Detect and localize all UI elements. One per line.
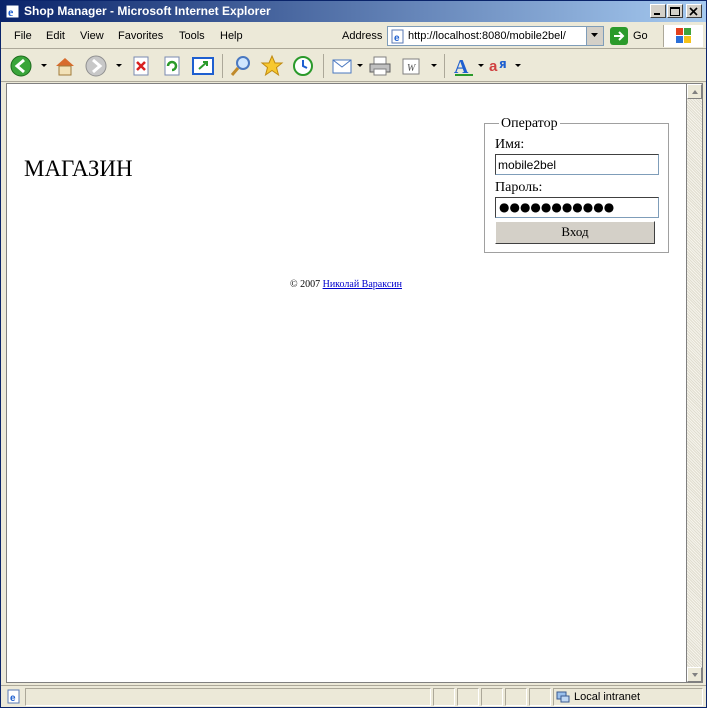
status-bar: e Local intranet (1, 685, 706, 707)
zone-label: Local intranet (574, 691, 641, 703)
back-dropdown-icon[interactable] (41, 64, 47, 67)
status-pane (457, 688, 479, 706)
status-pane (505, 688, 527, 706)
menu-view[interactable]: View (80, 30, 104, 42)
go-label: Go (633, 30, 648, 42)
svg-text:e: e (394, 33, 400, 44)
status-pane (529, 688, 551, 706)
status-pane (433, 688, 455, 706)
home-icon[interactable] (53, 54, 77, 78)
minimize-button[interactable] (650, 4, 666, 18)
menu-bar: File Edit View Favorites Tools Help Addr… (1, 23, 706, 49)
favorites-star-icon[interactable] (260, 54, 284, 78)
encoding-icon[interactable]: a я (488, 54, 512, 78)
go-arrow-icon (610, 27, 628, 45)
address-dropdown-button[interactable] (586, 27, 603, 45)
menu-tools[interactable]: Tools (179, 30, 205, 42)
edit-dropdown-icon[interactable] (431, 64, 437, 67)
font-size-icon[interactable]: A (452, 54, 476, 78)
name-input[interactable]: mobile2bel (495, 154, 659, 175)
go-button[interactable]: Go (610, 26, 658, 46)
search-icon[interactable] (229, 54, 253, 78)
edit-word-icon[interactable]: W (399, 54, 423, 78)
footer: © 2007 Николай Вараксин (290, 279, 402, 290)
toolbar-separator (444, 54, 445, 78)
name-label: Имя: (495, 137, 525, 152)
back-icon[interactable] (9, 54, 33, 78)
windows-flag-icon (663, 25, 703, 47)
scroll-down-button[interactable] (687, 667, 702, 682)
toolbar-separator (323, 54, 324, 78)
local-intranet-icon (556, 691, 570, 703)
encoding-dropdown-icon[interactable] (515, 64, 521, 67)
scroll-up-button[interactable] (687, 84, 702, 99)
title-bar: e Shop Manager - Microsoft Internet Expl… (1, 1, 706, 22)
address-bar[interactable]: e http://localhost:8080/mobile2bel/ (387, 26, 604, 46)
refresh-icon[interactable] (160, 54, 184, 78)
forward-dropdown-icon[interactable] (116, 64, 122, 67)
address-label: Address (342, 30, 383, 42)
fullscreen-icon[interactable] (191, 54, 215, 78)
menu-favorites[interactable]: Favorites (118, 30, 163, 42)
standard-toolbar: W A a я (1, 50, 706, 82)
svg-text:a: a (489, 58, 498, 75)
menu-edit[interactable]: Edit (46, 30, 65, 42)
footer-copyright: © 2007 (290, 279, 321, 290)
browser-window: e Shop Manager - Microsoft Internet Expl… (0, 0, 707, 708)
page-icon: e (391, 29, 404, 44)
shop-title: МАГАЗИН (24, 156, 133, 181)
status-page-icon: e (7, 689, 20, 704)
history-icon[interactable] (291, 54, 315, 78)
status-pane (481, 688, 503, 706)
status-text-pane (25, 688, 431, 706)
password-input[interactable]: ●●●●●●●●●●● (495, 197, 659, 218)
address-url[interactable]: http://localhost:8080/mobile2bel/ (408, 30, 566, 42)
toolbar-separator (222, 54, 223, 78)
mail-dropdown-icon[interactable] (357, 64, 363, 67)
vertical-scrollbar[interactable] (686, 83, 703, 683)
maximize-button[interactable] (667, 4, 683, 18)
mail-icon[interactable] (331, 54, 355, 78)
menu-file[interactable]: File (14, 30, 32, 42)
author-link[interactable]: Николай Вараксин (323, 279, 402, 290)
page-content: МАГАЗИН Оператор Имя: mobile2bel Пароль:… (6, 83, 686, 683)
stop-icon[interactable] (129, 54, 153, 78)
font-size-dropdown-icon[interactable] (478, 64, 484, 67)
svg-text:e: e (10, 693, 16, 704)
operator-login-box: Оператор Имя: mobile2bel Пароль: ●●●●●●●… (484, 116, 669, 253)
password-label: Пароль: (495, 180, 543, 195)
svg-text:e: e (8, 5, 14, 19)
login-legend: Оператор (499, 116, 560, 132)
forward-icon[interactable] (84, 54, 108, 78)
print-icon[interactable] (368, 54, 392, 78)
ie-icon: e (5, 4, 20, 19)
login-button[interactable]: Вход (495, 221, 655, 244)
close-button[interactable] (686, 4, 702, 18)
svg-text:я: я (499, 57, 507, 71)
menu-help[interactable]: Help (220, 30, 243, 42)
window-title: Shop Manager - Microsoft Internet Explor… (24, 4, 271, 18)
